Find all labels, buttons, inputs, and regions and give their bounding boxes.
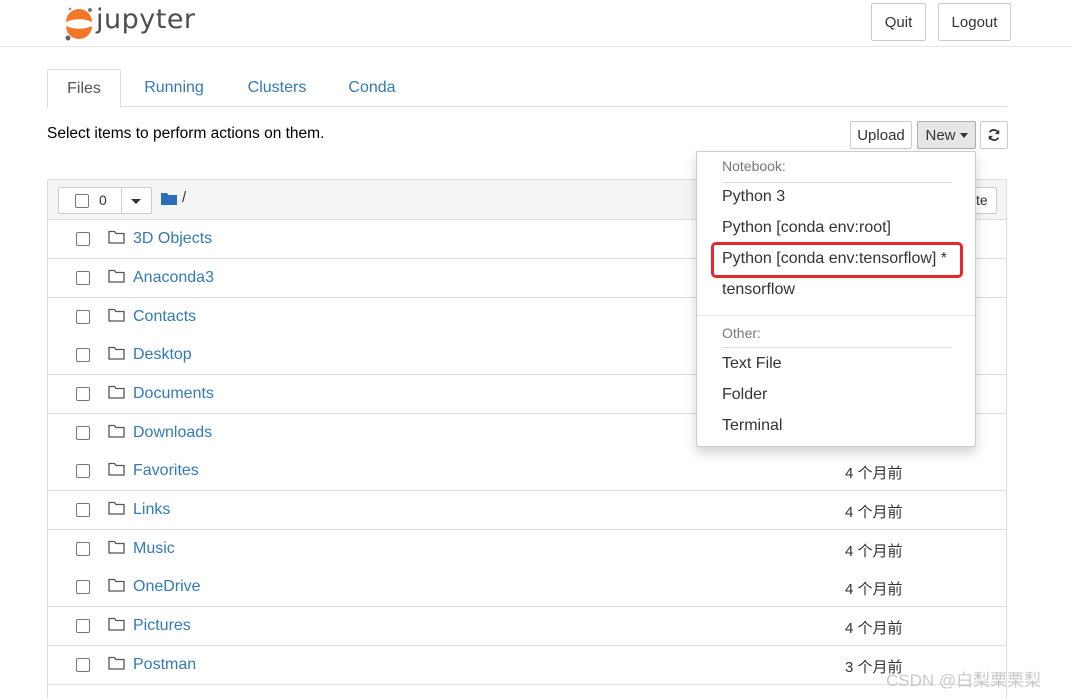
file-name-link[interactable]: Downloads (133, 424, 212, 442)
menu-item-folder[interactable]: Folder (722, 386, 767, 404)
tab-files[interactable]: Files (47, 69, 121, 108)
select-all-group[interactable]: 0 (58, 187, 152, 214)
app-header: jupyter Quit Logout (0, 0, 1072, 47)
file-row[interactable]: Postman 3 个月前 (48, 646, 1006, 685)
row-checkbox[interactable] (76, 542, 90, 556)
row-checkbox[interactable] (76, 658, 90, 672)
menu-item-tensorflow[interactable]: tensorflow (722, 281, 795, 299)
menu-item-terminal[interactable]: Terminal (722, 417, 782, 435)
folder-icon (108, 424, 125, 438)
divider (121, 188, 122, 213)
row-checkbox[interactable] (76, 503, 90, 517)
caret-down-icon (959, 132, 968, 138)
new-menu: Notebook: Python 3 Python [conda env:roo… (696, 151, 976, 447)
folder-icon (108, 540, 125, 554)
modified-time: 4 个月前 (845, 465, 903, 482)
file-row[interactable]: Links 4 个月前 (48, 491, 1006, 530)
new-button[interactable]: New (917, 121, 976, 149)
refresh-icon (988, 129, 1000, 141)
row-checkbox[interactable] (76, 348, 90, 362)
logout-button[interactable]: Logout (938, 3, 1011, 41)
folder-icon (108, 346, 125, 360)
file-name-link[interactable]: Anaconda3 (133, 269, 214, 287)
file-name-link[interactable]: Favorites (133, 462, 199, 480)
row-checkbox[interactable] (76, 464, 90, 478)
file-name-link[interactable]: Postman (133, 656, 196, 674)
breadcrumb[interactable]: / (182, 189, 186, 206)
menu-item-text-file[interactable]: Text File (722, 355, 782, 373)
tab-running[interactable]: Running (132, 69, 216, 107)
refresh-button[interactable] (980, 121, 1008, 149)
row-checkbox[interactable] (76, 310, 90, 324)
modified-time: 4 个月前 (845, 620, 903, 637)
row-checkbox[interactable] (76, 619, 90, 633)
file-row[interactable]: OneDrive 4 个月前 (48, 568, 1006, 607)
menu-item-python3[interactable]: Python 3 (722, 188, 785, 206)
modified-time: 4 个月前 (845, 581, 903, 598)
selected-count: 0 (99, 192, 107, 208)
file-name-link[interactable]: Desktop (133, 346, 192, 364)
caret-down-icon[interactable] (131, 199, 141, 204)
file-name-link[interactable]: Links (133, 501, 170, 519)
file-name-link[interactable]: 3D Objects (133, 230, 212, 248)
notebook-header: Notebook: (722, 158, 786, 174)
file-row[interactable]: Pictures 4 个月前 (48, 607, 1006, 646)
modified-time: 4 个月前 (845, 543, 903, 560)
tab-clusters[interactable]: Clusters (235, 69, 319, 107)
file-name-link[interactable]: Music (133, 540, 175, 558)
folder-icon (108, 617, 125, 631)
new-button-label: New (925, 126, 956, 144)
watermark: CSDN @白梨栗栗梨 (886, 671, 1042, 690)
menu-item-conda-root[interactable]: Python [conda env:root] (722, 219, 891, 237)
selection-hint: Select items to perform actions on them. (47, 125, 325, 142)
select-all-checkbox[interactable] (75, 194, 89, 208)
file-row[interactable]: Music 4 个月前 (48, 530, 1006, 569)
folder-icon[interactable] (161, 192, 177, 205)
divider (722, 182, 952, 183)
tab-bar: Files Running Clusters Conda (47, 69, 1007, 108)
row-checkbox[interactable] (76, 580, 90, 594)
divider (697, 315, 975, 316)
row-checkbox[interactable] (76, 271, 90, 285)
file-name-link[interactable]: Documents (133, 385, 214, 403)
divider (722, 347, 952, 348)
folder-icon (108, 656, 125, 670)
tab-conda[interactable]: Conda (339, 69, 405, 107)
folder-icon (108, 385, 125, 399)
file-row[interactable]: Favorites 4 个月前 (48, 452, 1006, 491)
folder-icon (108, 462, 125, 476)
other-header: Other: (722, 325, 761, 341)
modified-time: 4 个月前 (845, 504, 903, 521)
row-checkbox[interactable] (76, 387, 90, 401)
folder-icon (108, 230, 125, 244)
upload-button[interactable]: Upload (850, 121, 912, 149)
file-name-link[interactable]: Pictures (133, 617, 191, 635)
folder-icon (108, 308, 125, 322)
folder-icon (108, 269, 125, 283)
file-name-link[interactable]: Contacts (133, 308, 196, 326)
row-checkbox[interactable] (76, 426, 90, 440)
folder-icon (108, 501, 125, 515)
row-checkbox[interactable] (76, 232, 90, 246)
quit-button[interactable]: Quit (871, 3, 926, 41)
name-sort-label: te (976, 192, 988, 208)
logo-text: jupyter (96, 4, 196, 35)
folder-icon (108, 578, 125, 592)
highlight-box (711, 242, 963, 278)
file-name-link[interactable]: OneDrive (133, 578, 201, 596)
